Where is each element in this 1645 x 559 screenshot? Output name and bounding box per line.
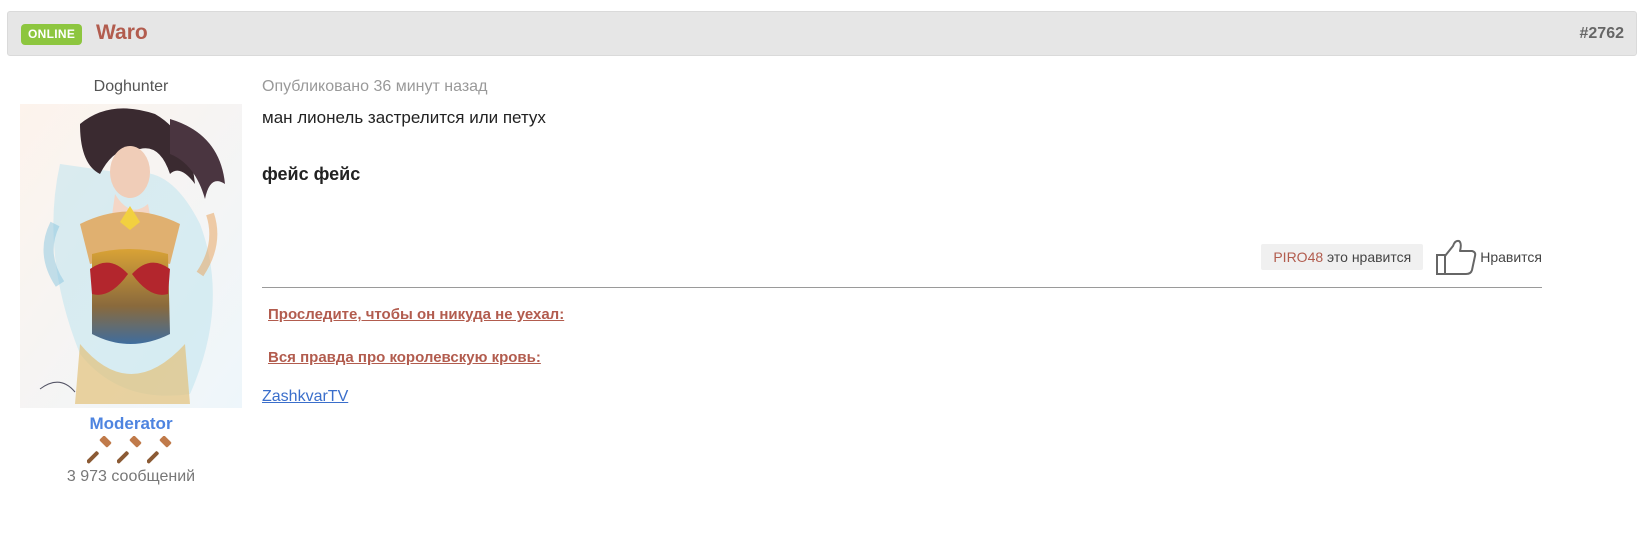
liker-link[interactable]: PIRO48 — [1273, 249, 1323, 265]
post-text: ман лионель застрелится или петух — [262, 108, 546, 127]
signature-link-1[interactable]: Проследите, чтобы он никуда не уехал: — [268, 306, 564, 323]
signature-link-2[interactable]: Вся правда про королевскую кровь: — [268, 349, 541, 366]
author-name-link[interactable]: Waro — [96, 21, 148, 45]
like-label: Нравится — [1480, 249, 1542, 265]
liked-by-box: PIRO48 это нравится — [1261, 244, 1424, 270]
thumbs-up-icon — [1436, 239, 1477, 275]
author-title: Doghunter — [93, 78, 169, 95]
gavel-icon — [117, 436, 142, 464]
post-header: ONLINE Waro #2762 — [7, 11, 1637, 56]
user-group-label: Moderator — [89, 414, 173, 433]
post-count: 3 973 сообщений — [66, 468, 196, 485]
online-status-badge: ONLINE — [21, 24, 83, 45]
signature-link-3[interactable]: ZashkvarTV — [262, 388, 348, 406]
post-text-bold: фейс фейс — [262, 164, 361, 184]
signature-divider — [262, 287, 1542, 288]
like-button[interactable]: Нравится — [1435, 238, 1542, 276]
gavel-icon — [87, 436, 112, 464]
rank-icons — [20, 436, 242, 466]
reaction-bar: PIRO48 это нравится Нравится — [1261, 237, 1542, 277]
post-number-link[interactable]: #2762 — [1580, 25, 1625, 43]
post-content: Опубликовано 36 минут назад ман лионель … — [262, 70, 1542, 405]
author-info-panel: Doghunter Moderator 3 973 сообщений — [20, 70, 242, 486]
gavel-icon — [147, 436, 172, 464]
liked-by-text: это нравится — [1323, 249, 1412, 265]
post-date[interactable]: Опубликовано 36 минут назад — [262, 70, 1542, 104]
avatar[interactable] — [20, 104, 242, 408]
